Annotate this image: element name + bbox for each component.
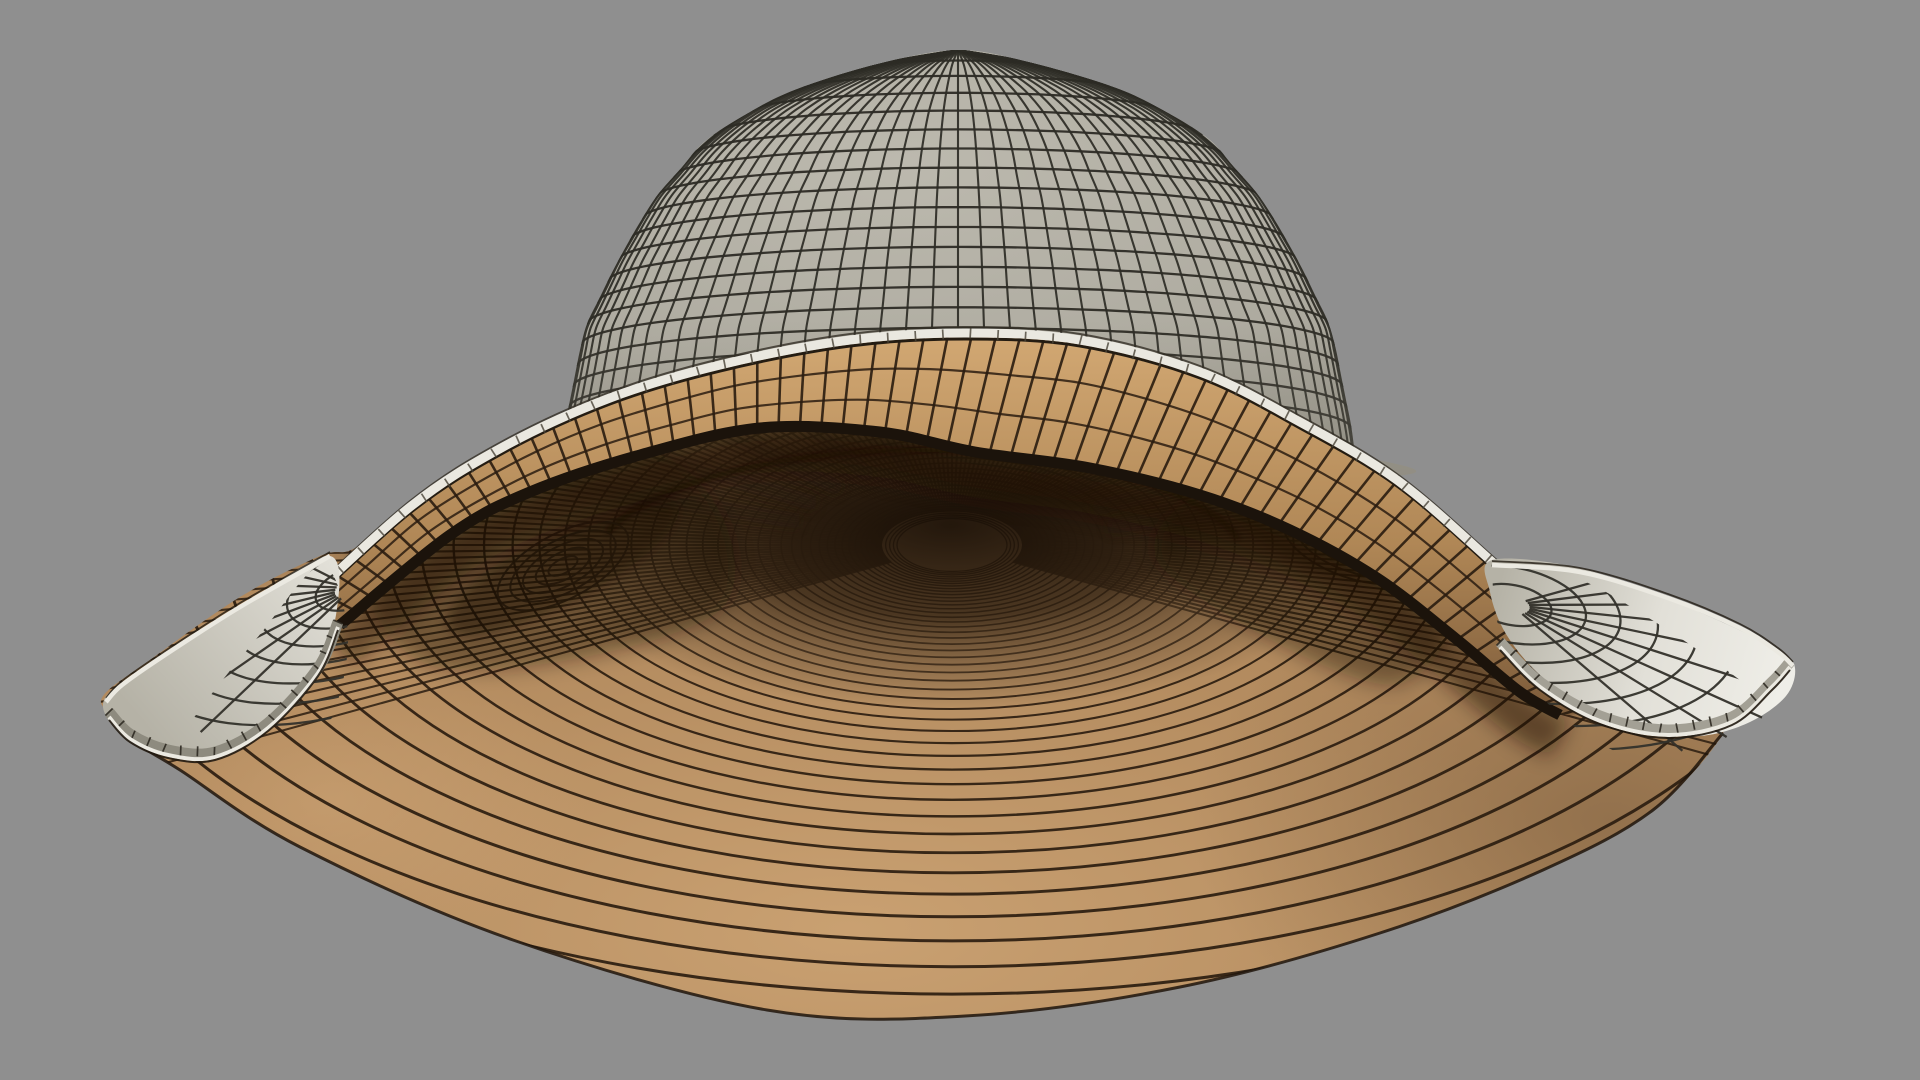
render-viewport <box>0 0 1920 1080</box>
hat-3d-wireframe-render <box>0 0 1920 1080</box>
